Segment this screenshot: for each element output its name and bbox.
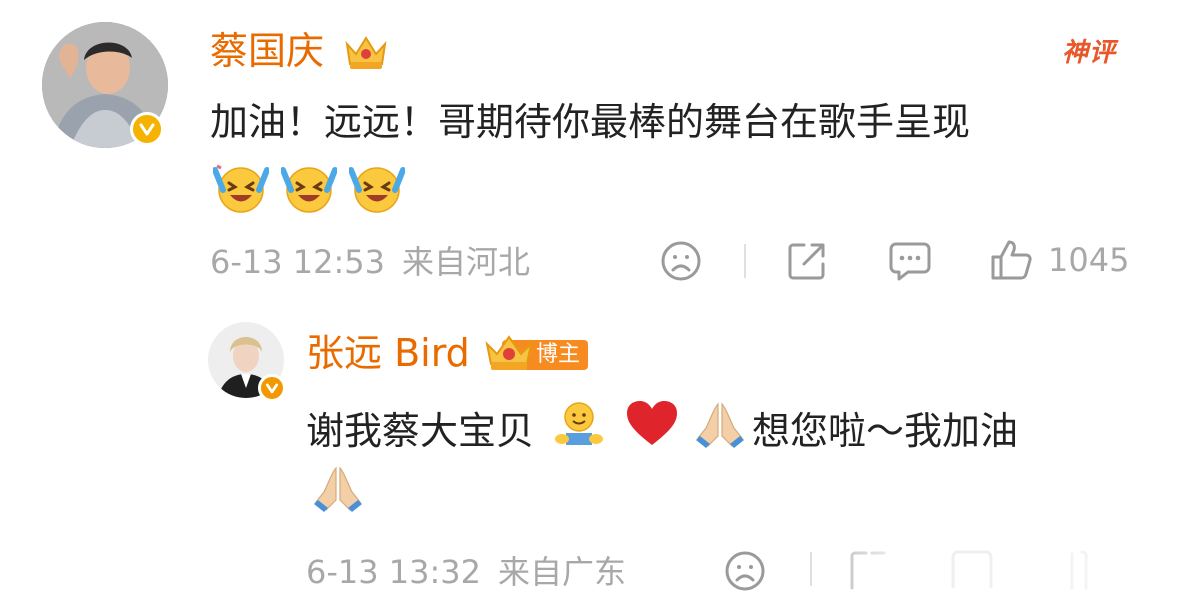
blogger-badge-label: 博主 xyxy=(536,342,581,367)
share-icon[interactable] xyxy=(786,240,828,282)
bottom-fade-overlay xyxy=(820,540,1179,611)
reply-verified-icon xyxy=(258,374,286,402)
pray-emoji xyxy=(694,398,746,463)
comment-emoji-row xyxy=(212,164,406,218)
laughing-tears-emoji xyxy=(280,164,338,218)
reply-date: 6-13 13:32 xyxy=(306,553,482,591)
reply-location: 来自广东 xyxy=(498,553,627,591)
hug-emoji xyxy=(554,399,604,462)
reply-action-divider xyxy=(810,552,812,586)
verified-icon xyxy=(130,112,164,146)
comment-location: 来自河北 xyxy=(402,243,531,281)
reply-dislike-icon[interactable] xyxy=(724,550,766,592)
comment-icon[interactable] xyxy=(888,240,932,282)
dislike-icon[interactable] xyxy=(660,240,702,282)
heart-emoji xyxy=(624,399,680,462)
reply-text-after: 想您啦～我加油 xyxy=(752,408,1019,453)
laughing-tears-emoji xyxy=(212,164,270,218)
comment-date: 6-13 12:53 xyxy=(210,243,386,281)
reply-author-name[interactable]: 张远 Bird xyxy=(306,330,470,376)
reply-text: 谢我蔡大宝贝 想您啦～我加油 xyxy=(306,398,1018,463)
pray-emoji xyxy=(312,462,364,518)
action-divider xyxy=(744,244,746,278)
like-icon xyxy=(990,238,1034,282)
like-button[interactable]: 1045 xyxy=(990,238,1129,282)
like-count: 1045 xyxy=(1048,241,1130,279)
reply-emoji-row xyxy=(312,462,364,518)
author-name[interactable]: 蔡国庆 xyxy=(210,28,324,74)
comment-text: 加油！远远！哥期待你最棒的舞台在歌手呈现 xyxy=(210,100,971,144)
crown-icon xyxy=(482,330,536,374)
featured-comment-tag: 神评 xyxy=(1062,38,1117,68)
laughing-tears-emoji xyxy=(348,164,406,218)
reply-text-before: 谢我蔡大宝贝 xyxy=(306,408,535,453)
crown-icon xyxy=(343,32,389,72)
